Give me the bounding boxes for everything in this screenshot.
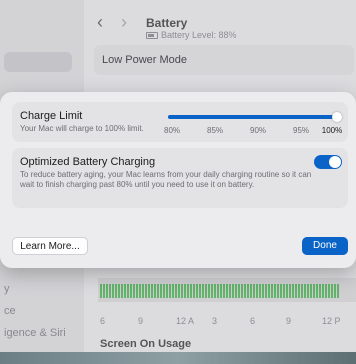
slider-fill	[168, 115, 337, 119]
chart-time-axis: 6 9 12 A 3 6 9 12 P	[84, 316, 356, 328]
battery-options-sheet: Charge Limit Your Mac will charge to 100…	[0, 92, 356, 268]
chart-tick: 12 A	[176, 316, 195, 326]
battery-icon	[146, 31, 158, 39]
battery-level-text: Battery Level: 88%	[161, 30, 237, 40]
optimized-charging-toggle[interactable]	[314, 155, 342, 169]
chart-tick: 6	[250, 316, 256, 326]
battery-usage-chart	[98, 278, 356, 302]
low-power-mode-row: Low Power Mode	[94, 45, 354, 75]
chart-tick: 9	[138, 316, 144, 326]
slider-tick: 100%	[321, 126, 343, 135]
chart-tick: 6	[100, 316, 106, 326]
done-button[interactable]: Done	[302, 237, 348, 255]
slider-thumb[interactable]	[332, 112, 342, 122]
slider-tick: 95%	[292, 126, 310, 135]
slider-tick: 90%	[249, 126, 267, 135]
slider-tick: 80%	[163, 126, 181, 135]
toolbar: ‹ › Battery Battery Level: 88%	[84, 0, 356, 44]
chart-tick: 12 P	[322, 316, 341, 326]
chart-tick: 9	[286, 316, 292, 326]
chart-bars	[100, 284, 340, 298]
toggle-knob	[329, 156, 341, 168]
optimized-charging-description: To reduce battery aging, your Mac learns…	[20, 170, 312, 189]
charge-limit-title: Charge Limit	[20, 110, 83, 122]
sidebar-search-field	[4, 52, 72, 72]
forward-icon: ›	[121, 12, 127, 32]
sidebar-item: y	[4, 283, 10, 295]
back-icon: ‹	[97, 12, 103, 32]
optimized-charging-title: Optimized Battery Charging	[20, 156, 156, 168]
chart-tick: 3	[212, 316, 218, 326]
battery-level-status: Battery Level: 88%	[146, 30, 237, 40]
charge-limit-subtitle: Your Mac will charge to 100% limit.	[20, 124, 144, 133]
learn-more-button[interactable]: Learn More...	[12, 237, 88, 255]
charge-limit-slider[interactable]	[168, 112, 342, 122]
page-title: Battery	[146, 16, 188, 30]
optimized-charging-card: Optimized Battery Charging To reduce bat…	[12, 148, 348, 208]
slider-tick: 85%	[206, 126, 224, 135]
sidebar-item: ce	[4, 305, 16, 317]
charge-limit-ticks: 80% 85% 90% 95% 100%	[164, 126, 344, 136]
desktop-wallpaper-strip	[0, 352, 356, 364]
section-title: Screen On Usage	[100, 338, 192, 350]
charge-limit-card: Charge Limit Your Mac will charge to 100…	[12, 102, 348, 142]
sidebar-item: igence & Siri	[4, 327, 66, 339]
